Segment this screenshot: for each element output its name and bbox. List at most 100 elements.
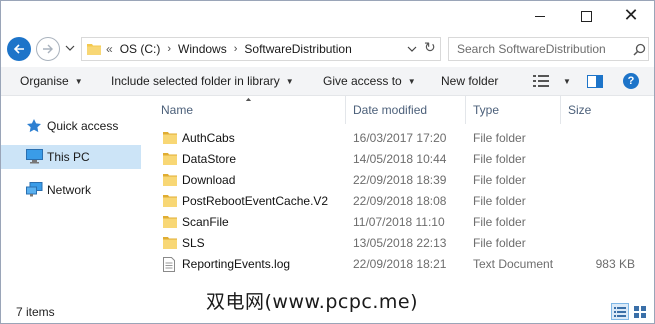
file-rows: AuthCabs 16/03/2017 17:20 File folder DataS… xyxy=(144,128,654,275)
address-row: « OS (C:) › Windows › SoftwareDistributi… xyxy=(1,33,654,65)
file-name: PostRebootEventCache.V2 xyxy=(182,194,329,208)
file-row[interactable]: Download 22/09/2018 18:39 File folder xyxy=(144,170,654,191)
file-row[interactable]: AuthCabs 16/03/2017 17:20 File folder xyxy=(144,128,654,149)
minimize-button[interactable] xyxy=(517,1,563,31)
folder-icon xyxy=(163,236,177,252)
file-name: SLS xyxy=(182,236,205,250)
nav-item-network[interactable]: Network xyxy=(1,178,141,202)
give-access-menu[interactable]: Give access to ▼ xyxy=(323,67,416,95)
file-name: ReportingEvents.log xyxy=(182,257,291,271)
folder-icon xyxy=(163,194,177,210)
file-name: DataStore xyxy=(182,152,237,166)
help-button[interactable]: ? xyxy=(623,67,639,95)
column-header-label: Type xyxy=(473,103,500,117)
help-icon: ? xyxy=(623,73,639,89)
column-header-name[interactable]: Name xyxy=(144,96,345,124)
column-header-label: Size xyxy=(568,103,592,117)
maximize-icon xyxy=(580,10,592,22)
file-date-modified: 13/05/2018 22:13 xyxy=(353,236,447,250)
breadcrumb-windows[interactable]: Windows xyxy=(178,42,227,56)
file-row[interactable]: ReportingEvents.log 22/09/2018 18:21 Text … xyxy=(144,254,654,275)
dropdown-arrow-icon: ▼ xyxy=(407,76,416,86)
recent-locations-chevron-icon[interactable] xyxy=(65,43,75,53)
dropdown-arrow-icon: ▼ xyxy=(74,76,83,86)
column-header-label: Date modified xyxy=(353,103,428,117)
star-icon xyxy=(27,119,41,133)
new-folder-label: New folder xyxy=(441,74,499,88)
maximize-button[interactable] xyxy=(563,1,609,31)
minimize-icon xyxy=(535,15,545,17)
close-icon: ✕ xyxy=(623,5,639,26)
file-date-modified: 22/09/2018 18:39 xyxy=(353,173,447,187)
text-document-icon xyxy=(163,257,175,275)
organise-label: Organise xyxy=(20,74,69,88)
nav-label: Quick access xyxy=(47,119,119,133)
folder-icon xyxy=(163,152,177,168)
file-type: Text Document xyxy=(473,257,554,271)
nav-item-this-pc[interactable]: This PC xyxy=(1,145,141,169)
folder-icon xyxy=(163,215,177,231)
change-view-button[interactable]: ▼ xyxy=(533,67,571,95)
file-date-modified: 11/07/2018 11:10 xyxy=(353,215,445,229)
breadcrumb-drive[interactable]: OS (C:) xyxy=(120,42,161,56)
breadcrumb-separator-icon[interactable]: › xyxy=(234,43,238,55)
search-box[interactable]: Search SoftwareDistribution xyxy=(448,37,649,61)
breadcrumb-overflow[interactable]: « xyxy=(106,42,113,56)
file-date-modified: 14/05/2018 10:44 xyxy=(353,152,447,166)
include-in-library-menu[interactable]: Include selected folder in library ▼ xyxy=(111,67,294,95)
details-view-icon xyxy=(614,306,626,317)
file-type: File folder xyxy=(473,194,526,208)
breadcrumb-separator-icon[interactable]: › xyxy=(167,43,171,55)
forward-button[interactable] xyxy=(36,37,60,61)
dropdown-arrow-icon: ▼ xyxy=(285,76,294,86)
include-label: Include selected folder in library xyxy=(111,74,280,88)
file-date-modified: 16/03/2017 17:20 xyxy=(353,131,447,145)
file-size: 983 KB xyxy=(595,257,635,271)
file-type: File folder xyxy=(473,215,526,229)
back-arrow-icon xyxy=(13,44,24,54)
nav-label: This PC xyxy=(47,150,90,164)
large-icons-view-icon xyxy=(634,305,646,318)
network-icon xyxy=(26,182,43,197)
computer-icon xyxy=(26,149,43,164)
breadcrumb: « OS (C:) › Windows › SoftwareDistributi… xyxy=(106,38,352,60)
large-icons-view-button[interactable] xyxy=(631,303,649,320)
file-list: ▲ Name Date modified Type Size AuthCabs 1… xyxy=(144,96,654,297)
breadcrumb-softwaredistribution[interactable]: SoftwareDistribution xyxy=(244,42,351,56)
file-row[interactable]: ScanFile 11/07/2018 11:10 File folder xyxy=(144,212,654,233)
file-row[interactable]: PostRebootEventCache.V2 22/09/2018 18:08 F… xyxy=(144,191,654,212)
preview-pane-button[interactable] xyxy=(587,67,603,95)
file-name: Download xyxy=(182,173,236,187)
command-bar: Organise ▼ Include selected folder in lib… xyxy=(1,67,654,96)
address-bar[interactable]: « OS (C:) › Windows › SoftwareDistributi… xyxy=(81,37,441,61)
file-name: AuthCabs xyxy=(182,131,235,145)
folder-icon xyxy=(163,173,177,189)
search-icon[interactable] xyxy=(633,43,646,56)
column-header-date-modified[interactable]: Date modified xyxy=(345,96,465,124)
organise-menu[interactable]: Organise ▼ xyxy=(20,67,83,95)
preview-pane-icon xyxy=(587,74,603,88)
close-button[interactable]: ✕ xyxy=(608,1,654,31)
column-header-label: Name xyxy=(161,103,194,117)
file-type: File folder xyxy=(473,173,526,187)
details-view-button[interactable] xyxy=(611,303,629,320)
file-date-modified: 22/09/2018 18:08 xyxy=(353,194,447,208)
file-row[interactable]: SLS 13/05/2018 22:13 File folder xyxy=(144,233,654,254)
nav-item-quick-access[interactable]: Quick access xyxy=(1,114,141,138)
item-count: 7 items xyxy=(16,305,55,319)
title-bar: ✕ xyxy=(1,1,654,31)
details-view-icon xyxy=(533,75,549,87)
refresh-icon[interactable]: ↻ xyxy=(424,40,436,56)
back-button[interactable] xyxy=(7,37,31,61)
file-type: File folder xyxy=(473,131,526,145)
column-header-size[interactable]: Size xyxy=(560,96,650,124)
file-date-modified: 22/09/2018 18:21 xyxy=(353,257,447,271)
address-history-chevron-icon[interactable] xyxy=(407,44,417,54)
navigation-pane: Quick access This PC Network xyxy=(1,96,143,297)
explorer-window: ✕ « OS (C:) › Windows › SoftwareDistribu… xyxy=(0,0,655,324)
column-header-type[interactable]: Type xyxy=(465,96,560,124)
file-type: File folder xyxy=(473,236,526,250)
dropdown-arrow-icon: ▼ xyxy=(563,76,571,86)
file-row[interactable]: DataStore 14/05/2018 10:44 File folder xyxy=(144,149,654,170)
new-folder-button[interactable]: New folder xyxy=(441,67,498,95)
